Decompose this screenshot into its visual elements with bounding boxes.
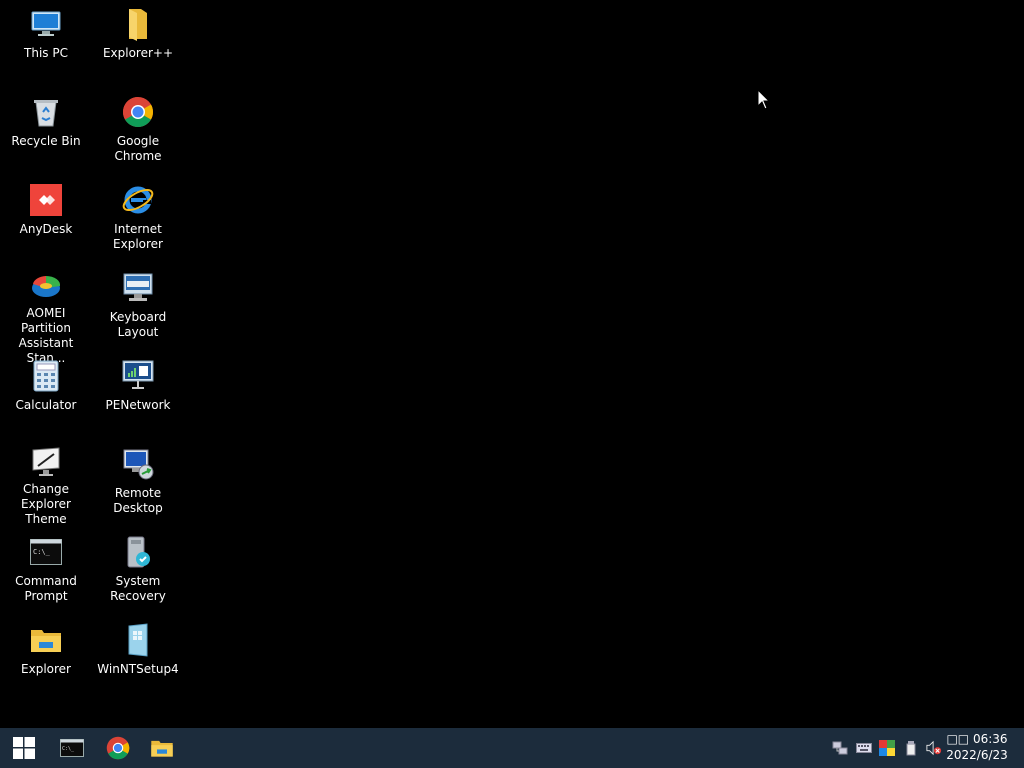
desktop-icon-keyboard-layout[interactable]: Keyboard Layout (92, 264, 184, 348)
terminal-icon: C:\_ (60, 739, 84, 757)
taskbar-clock[interactable]: □□ 06:36 2022/6/23 (942, 731, 1012, 763)
desktop-icon-label: Calculator (15, 398, 77, 412)
desktop-icon-explorer[interactable]: Explorer (0, 616, 92, 700)
desktop-icon-label: Remote Desktop (113, 486, 163, 515)
desktop-icon-label: Explorer++ (102, 46, 174, 60)
desktop-icon-aomei-partition[interactable]: AOMEI Partition Assistant Stan... (0, 264, 92, 365)
desktop[interactable]: This PC Recycle Bin AnyDesk AOMEI Partit… (0, 0, 1024, 728)
display-color-tray-icon[interactable] (879, 740, 895, 756)
desktop-icon-calculator[interactable]: Calculator (0, 352, 92, 436)
chrome-icon (106, 736, 130, 760)
desktop-icon-label: Keyboard Layout (109, 310, 167, 339)
desktop-icon-label: Google Chrome (114, 134, 162, 163)
desktop-icon-command-prompt[interactable]: C:\_ Command Prompt (0, 528, 92, 612)
svg-text:C:\_: C:\_ (62, 746, 75, 752)
desktop-icon-label: System Recovery (110, 574, 166, 603)
taskbar-pinned-explorer[interactable] (139, 728, 185, 768)
desktop-icon-label: PENetwork (105, 398, 171, 412)
chrome-icon (120, 94, 156, 130)
anydesk-icon (28, 182, 64, 218)
system-tray: □□ 06:36 2022/6/23 (824, 728, 1024, 768)
start-button[interactable] (1, 728, 47, 768)
computer-icon (28, 6, 64, 42)
file-explorer-icon (28, 622, 64, 658)
desktop-icon-system-recovery[interactable]: System Recovery (92, 528, 184, 612)
calculator-icon (28, 358, 64, 394)
mouse-cursor-icon (757, 89, 771, 110)
desktop-icon-explorer-plus-plus[interactable]: Explorer++ (92, 0, 184, 84)
desktop-icon-label: Explorer (21, 662, 71, 676)
desktop-icon-winntsetup4[interactable]: WinNTSetup4 (92, 616, 184, 700)
desktop-icon-change-explorer-theme[interactable]: Change Explorer Theme (0, 440, 92, 526)
desktop-icon-recycle-bin[interactable]: Recycle Bin (0, 88, 92, 172)
desktop-icon-label: WinNTSetup4 (97, 662, 179, 676)
desktop-icon-this-pc[interactable]: This PC (0, 0, 92, 84)
monitor-icon (28, 446, 64, 478)
partition-icon (28, 270, 64, 302)
desktop-icon-label: Recycle Bin (11, 134, 81, 148)
taskbar: C:\_ □□ 06:36 2022/6/23 (0, 728, 1024, 768)
recovery-icon (120, 534, 156, 570)
desktop-icon-remote-desktop[interactable]: Remote Desktop (92, 440, 184, 524)
taskbar-pinned-command-prompt[interactable]: C:\_ (49, 728, 95, 768)
terminal-icon: C:\_ (28, 534, 64, 570)
desktop-icon-penetwork[interactable]: PENetwork (92, 352, 184, 436)
remote-desktop-icon (120, 446, 156, 482)
desktop-icon-google-chrome[interactable]: Google Chrome (92, 88, 184, 172)
desktop-icon-internet-explorer[interactable]: Internet Explorer (92, 176, 184, 260)
recycle-bin-icon (28, 94, 64, 130)
folder-icon (120, 6, 156, 42)
volume-muted-tray-icon[interactable] (926, 740, 942, 756)
clock-time: □□ 06:36 (946, 732, 1008, 746)
desktop-icon-anydesk[interactable]: AnyDesk (0, 176, 92, 260)
file-explorer-icon (151, 740, 173, 757)
clock-date: 2022/6/23 (946, 748, 1008, 762)
network-tray-icon[interactable] (832, 740, 848, 756)
setup-icon (120, 622, 156, 658)
keyboard-tray-icon[interactable] (856, 740, 872, 756)
desktop-icon-label: This PC (24, 46, 68, 60)
internet-explorer-icon (120, 182, 156, 218)
network-icon (120, 358, 156, 394)
desktop-icon-label: AnyDesk (19, 222, 73, 236)
desktop-icon-label: Change Explorer Theme (21, 482, 71, 526)
windows-logo-icon (13, 737, 35, 759)
taskbar-pinned-google-chrome[interactable] (95, 728, 141, 768)
usb-device-tray-icon[interactable] (903, 740, 919, 756)
keyboard-icon (120, 270, 156, 306)
desktop-icon-label: Command Prompt (15, 574, 77, 603)
svg-text:C:\_: C:\_ (33, 548, 51, 556)
desktop-icon-label: Internet Explorer (113, 222, 163, 251)
